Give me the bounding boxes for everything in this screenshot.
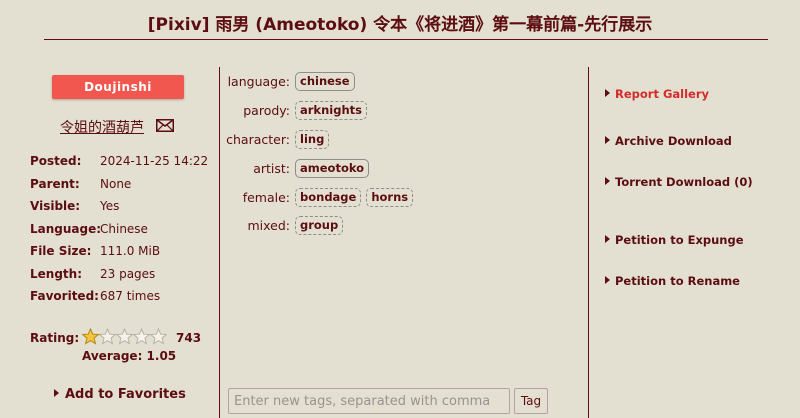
tag-group: ameotoko [295,159,370,178]
petition-expunge-link[interactable]: Petition to Expunge [605,233,744,247]
info-value: Yes [100,199,120,213]
tag-namespace: language: [227,74,290,89]
star-icon[interactable] [150,328,167,345]
tag-row: parody: arknights [222,101,582,121]
tag-item[interactable]: bondage [295,188,362,207]
tag-row: female: bondage horns [222,188,582,208]
triangle-right-icon [605,89,610,97]
star-icon[interactable] [82,328,99,345]
rating-stars[interactable] [82,328,167,345]
info-label: Language: [30,222,102,236]
tag-namespace: female: [242,190,290,205]
petition-rename-link[interactable]: Petition to Rename [605,274,740,288]
tag-group: group [295,216,344,235]
mail-icon[interactable] [156,119,174,132]
tag-item[interactable]: chinese [295,72,355,91]
tag-namespace: character: [226,132,290,147]
info-value: Chinese [100,222,148,236]
tag-namespace: parody: [243,103,290,118]
info-row: Parent: None [30,177,220,195]
triangle-right-icon [605,136,610,144]
tag-group: arknights [295,101,367,120]
rating-average: Average: 1.05 [82,349,177,363]
tag-namespace: artist: [253,161,290,176]
archive-download-link[interactable]: Archive Download [605,134,732,148]
new-tags-input[interactable] [228,388,510,414]
rating-label: Rating: [30,331,80,345]
info-value: 2024-11-25 14:22 [100,154,209,168]
info-label: Length: [30,267,82,281]
info-value: 111.0 MiB [100,244,161,258]
tag-item[interactable]: ameotoko [295,159,370,178]
tag-group: ling [295,130,330,149]
info-label: Visible: [30,199,81,213]
action-label: Petition to Expunge [615,233,744,247]
action-label: Report Gallery [615,87,710,101]
triangle-right-icon [54,389,59,397]
rating-count: 743 [176,331,202,345]
triangle-right-icon [605,235,610,243]
info-label: File Size: [30,244,92,258]
info-value: None [100,177,132,191]
right-column-divider [588,67,589,418]
triangle-right-icon [605,276,610,284]
star-icon[interactable] [133,328,150,345]
tag-row: character: ling [222,130,582,150]
tag-item[interactable]: horns [366,188,414,207]
action-label: Archive Download [615,134,732,148]
torrent-download-link[interactable]: Torrent Download (0) [605,175,753,189]
info-label: Parent: [30,177,80,191]
tag-item[interactable]: arknights [295,101,367,120]
info-value: 687 times [100,289,161,303]
report-gallery-link[interactable]: Report Gallery [605,87,709,101]
info-row: Posted: 2024-11-25 14:22 [30,154,220,172]
tag-item[interactable]: group [295,216,344,235]
info-row: Length: 23 pages [30,267,220,285]
category-badge[interactable]: Doujinshi [52,75,184,99]
tag-namespace: mixed: [247,218,291,233]
action-label: Petition to Rename [615,274,740,288]
star-icon[interactable] [116,328,133,345]
add-to-favorites-label: Add to Favorites [65,387,186,402]
info-row: File Size: 111.0 MiB [30,244,220,262]
info-label: Posted: [30,154,82,168]
gallery-title: [Pixiv] 雨男 (Ameotoko) 令本《将进酒》第一幕前篇-先行展示 [147,15,653,35]
tag-row: mixed: group [222,216,582,236]
star-icon[interactable] [99,328,116,345]
tag-row: language: chinese [222,72,582,92]
info-row: Language: Chinese [30,222,220,240]
left-column-divider [219,67,220,418]
action-label: Torrent Download (0) [615,175,753,189]
tag-submit-button[interactable]: Tag [514,388,548,414]
tag-item[interactable]: ling [295,130,330,149]
info-row: Visible: Yes [30,199,220,217]
tag-group: chinese [295,72,355,91]
triangle-right-icon [605,177,610,185]
info-label: Favorited: [30,289,99,303]
info-row: Favorited: 687 times [30,289,220,307]
title-divider [44,39,768,40]
add-to-favorites-button[interactable]: Add to Favorites [54,387,186,402]
uploader-link[interactable]: 令姐的酒葫芦 [60,117,144,137]
info-value: 23 pages [100,267,156,281]
tag-row: artist: ameotoko [222,159,582,179]
tag-group: bondage horns [295,188,414,207]
